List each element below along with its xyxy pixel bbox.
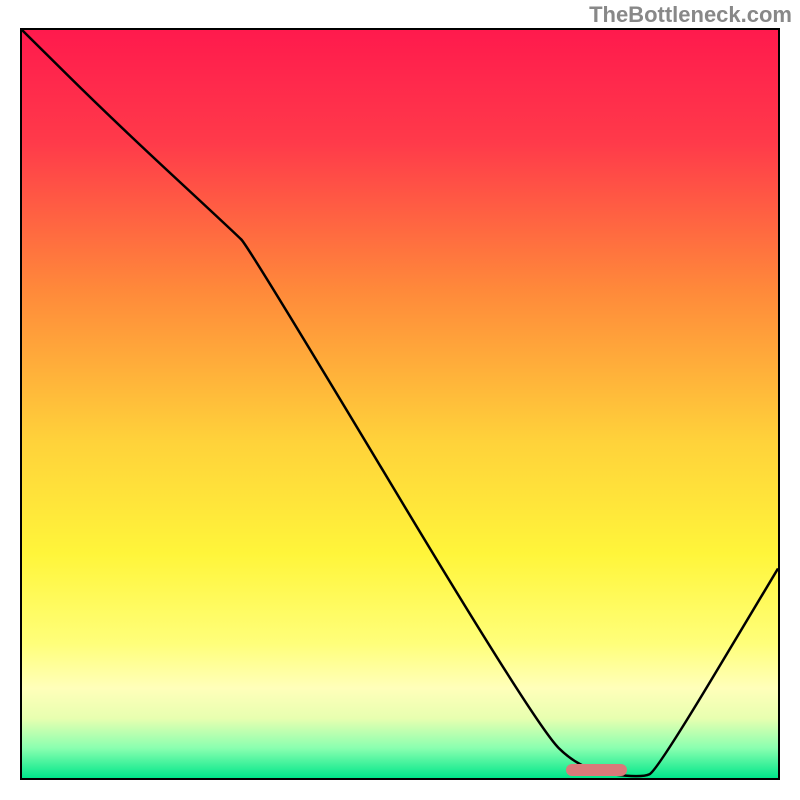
watermark-text: TheBottleneck.com [589,2,792,28]
chart-container: TheBottleneck.com [0,0,800,800]
optimal-range-marker [566,764,626,776]
chart-plot-area [20,28,780,780]
bottleneck-curve [22,30,778,778]
